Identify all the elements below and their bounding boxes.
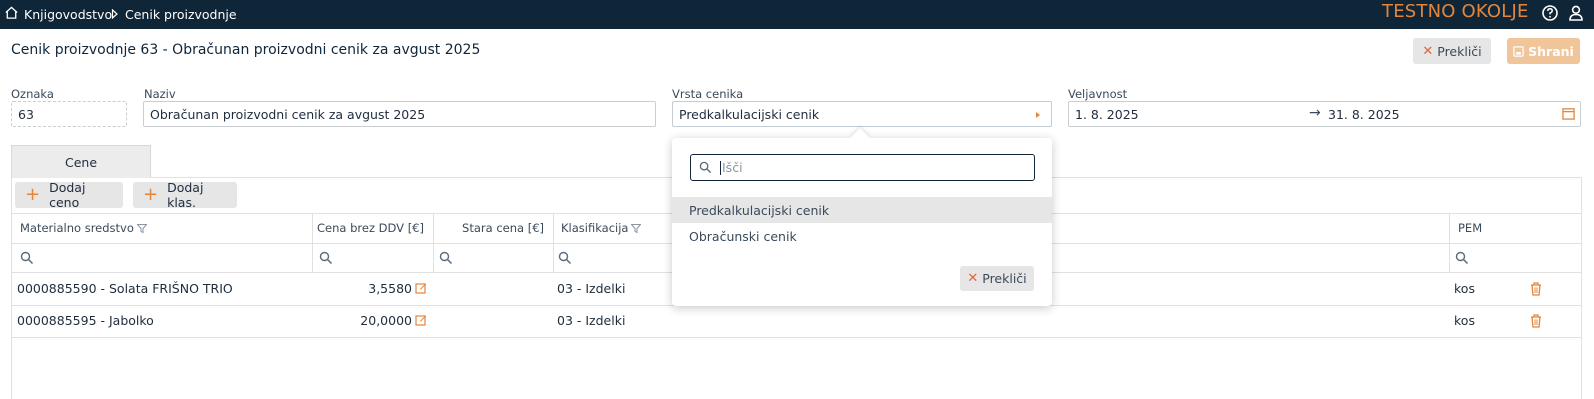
add-price-label: Dodaj ceno bbox=[49, 180, 86, 210]
help-icon[interactable] bbox=[1541, 4, 1559, 22]
save-icon bbox=[1513, 45, 1524, 57]
column-header-classification[interactable]: Klasifikacija bbox=[561, 213, 642, 243]
breadcrumb-cenik-proizvodnje[interactable]: Cenik proizvodnje bbox=[125, 0, 237, 29]
veljavnost-to[interactable]: 31. 8. 2025 bbox=[1328, 107, 1400, 122]
top-bar: Knjigovodstvo Cenik proizvodnje TESTNO O… bbox=[0, 0, 1594, 29]
breadcrumb-knjigovodstvo[interactable]: Knjigovodstvo bbox=[24, 0, 112, 29]
vrsta-cenika-select[interactable]: Predkalkulacijski cenik bbox=[672, 101, 1052, 127]
filter-icon[interactable] bbox=[136, 223, 147, 233]
search-icon[interactable] bbox=[319, 251, 333, 265]
save-button[interactable]: Shrani bbox=[1507, 38, 1580, 64]
column-header-material[interactable]: Materialno sredstvo bbox=[20, 213, 147, 243]
cell-classification: 03 - Izdelki bbox=[557, 312, 626, 328]
cell-pem: kos bbox=[1454, 312, 1475, 328]
vrsta-cenika-value: Predkalkulacijski cenik bbox=[679, 106, 820, 122]
dropdown-option-obracunski[interactable]: Obračunski cenik bbox=[672, 223, 1052, 249]
cell-classification: 03 - Izdelki bbox=[557, 280, 626, 296]
cell-material: 0000885595 - Jabolko bbox=[17, 312, 154, 328]
column-divider bbox=[553, 213, 554, 272]
search-icon[interactable] bbox=[439, 251, 453, 265]
vrsta-cenika-label: Vrsta cenika bbox=[672, 87, 744, 101]
veljavnost-label: Veljavnost bbox=[1068, 87, 1128, 101]
search-icon bbox=[699, 161, 712, 174]
cell-pem: kos bbox=[1454, 280, 1475, 296]
cancel-button[interactable]: ✕ Prekliči bbox=[1413, 38, 1491, 64]
dropdown-option-predkalkulacijski[interactable]: Predkalkulacijski cenik bbox=[672, 197, 1052, 223]
plus-icon: + bbox=[25, 184, 41, 205]
environment-label: TESTNO OKOLJE bbox=[1382, 1, 1529, 22]
column-header-pem[interactable]: PEM bbox=[1458, 213, 1482, 243]
dropdown-search-input[interactable]: Išči bbox=[690, 154, 1035, 181]
close-icon: ✕ bbox=[967, 271, 979, 286]
column-header-price[interactable]: Cena brez DDV [€] bbox=[313, 213, 424, 243]
delete-icon[interactable] bbox=[1530, 282, 1542, 296]
naziv-input[interactable]: Obračunan proizvodni cenik za avgust 202… bbox=[143, 101, 656, 127]
veljavnost-from[interactable]: 1. 8. 2025 bbox=[1075, 107, 1139, 122]
oznaka-field: 63 bbox=[11, 101, 127, 127]
plus-icon: + bbox=[143, 184, 159, 205]
search-icon[interactable] bbox=[20, 251, 34, 265]
add-classification-label: Dodaj klas. bbox=[167, 180, 204, 210]
cell-price: 3,5580 bbox=[368, 280, 412, 296]
save-label: Shrani bbox=[1528, 43, 1574, 59]
cancel-label: Prekliči bbox=[1437, 43, 1482, 59]
veljavnost-range[interactable]: 1. 8. 2025 → 31. 8. 2025 bbox=[1068, 101, 1581, 127]
add-price-button[interactable]: + Dodaj ceno bbox=[15, 180, 123, 210]
arrow-right-icon: → bbox=[1309, 105, 1321, 121]
user-icon[interactable] bbox=[1567, 4, 1585, 22]
dropdown-cancel-label: Prekliči bbox=[982, 271, 1027, 286]
column-header-material-label: Materialno sredstvo bbox=[20, 221, 134, 235]
filter-icon[interactable] bbox=[631, 223, 642, 233]
page-title: Cenik proizvodnje 63 - Obračunan proizvo… bbox=[11, 42, 481, 58]
table-divider bbox=[11, 337, 1582, 338]
delete-icon[interactable] bbox=[1530, 314, 1542, 328]
edit-icon[interactable] bbox=[415, 282, 427, 294]
dropdown-search-placeholder: Išči bbox=[722, 160, 743, 175]
column-header-classification-label: Klasifikacija bbox=[561, 221, 629, 235]
home-icon[interactable] bbox=[4, 5, 19, 20]
chevron-right-icon bbox=[111, 9, 118, 19]
tab-cene[interactable]: Cene bbox=[11, 145, 151, 178]
column-divider bbox=[1449, 213, 1450, 272]
text-cursor bbox=[720, 160, 721, 175]
cell-material: 0000885590 - Solata FRIŠNO TRIO bbox=[17, 280, 233, 296]
caret-right-icon bbox=[1036, 112, 1040, 118]
naziv-label: Naziv bbox=[144, 87, 176, 101]
close-icon: ✕ bbox=[1422, 43, 1434, 59]
oznaka-label: Oznaka bbox=[11, 87, 54, 101]
column-header-old-price[interactable]: Stara cena [€] bbox=[434, 213, 544, 243]
add-classification-button[interactable]: + Dodaj klas. bbox=[133, 180, 237, 210]
search-icon[interactable] bbox=[558, 251, 572, 265]
search-icon[interactable] bbox=[1455, 251, 1469, 265]
cell-price: 20,0000 bbox=[360, 312, 412, 328]
calendar-icon[interactable] bbox=[1562, 107, 1575, 120]
dropdown-cancel-button[interactable]: ✕ Prekliči bbox=[960, 266, 1034, 291]
edit-icon[interactable] bbox=[415, 314, 427, 326]
